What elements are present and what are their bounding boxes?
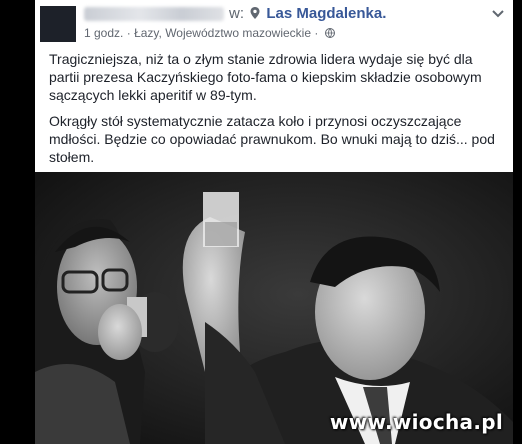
location-pin-icon [250,7,260,19]
photo-scene [35,172,513,444]
post-location[interactable]: Łazy, Województwo mazowieckie [134,26,311,40]
post-photo[interactable]: www.wiocha.pl [35,172,513,444]
post-paragraph: Okrągły stół systematycznie zatacza koło… [49,113,495,165]
checkin-line: w: Las Magdalenka. [229,5,386,22]
meta-separator: · [126,26,131,40]
globe-icon[interactable] [324,28,335,38]
meta-separator: · [314,26,319,40]
facebook-post: w: Las Magdalenka. 1 godz. · Łazy, Wojew… [35,0,513,172]
author-name-redacted [84,7,224,21]
avatar[interactable] [40,6,76,42]
post-meta: 1 godz. · Łazy, Województwo mazowieckie … [84,26,335,40]
chevron-down-icon[interactable] [491,6,505,20]
place-link[interactable]: Las Magdalenka. [266,5,386,22]
watermark: www.wiocha.pl [329,410,503,434]
post-paragraph: Tragiczniejsza, niż ta o złym stanie zdr… [49,51,482,103]
post-text: Tragiczniejsza, niż ta o złym stanie zdr… [49,50,503,174]
checkin-prefix: w: [229,5,244,22]
post-time[interactable]: 1 godz. [84,26,123,40]
